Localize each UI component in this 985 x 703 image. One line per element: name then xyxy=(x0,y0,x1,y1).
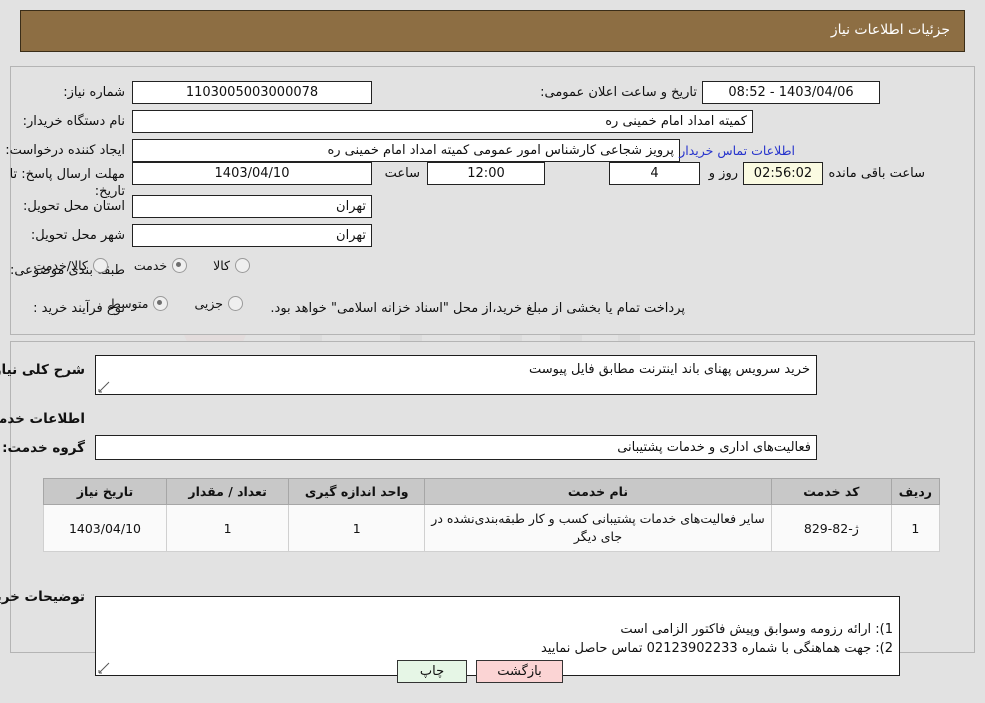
buyer-org-field[interactable]: کمیته امداد امام خمینی ره xyxy=(132,110,753,133)
remaining-days-field: 4 xyxy=(609,162,700,185)
radio-label: کالا xyxy=(213,258,230,273)
radio-label: کالا/خدمت xyxy=(33,258,88,273)
radio-dot-icon xyxy=(153,296,169,311)
window-header: جزئیات اطلاعات نیاز xyxy=(20,10,965,52)
treasury-note: پرداخت تمام یا بخشی از مبلغ خرید،از محل … xyxy=(270,301,685,316)
category-radio-group: کالا خدمت کالا/خدمت xyxy=(7,258,250,273)
table-header-row: ردیف کد خدمت نام خدمت واحد اندازه گیری ت… xyxy=(43,478,941,505)
deadline-hour-label: ساعت xyxy=(384,166,420,181)
days-text: روز و xyxy=(708,166,738,181)
radio-purchase-motavaset[interactable]: متوسط xyxy=(109,296,169,311)
radio-dot-icon xyxy=(235,258,250,273)
need-number-label: شماره نیاز: xyxy=(63,85,125,100)
radio-label: خدمت xyxy=(133,258,168,273)
remaining-text: ساعت باقی مانده xyxy=(828,166,925,181)
col-qty: تعداد / مقدار xyxy=(165,478,290,505)
buyer-notes-label: توضیحات خریدار: xyxy=(0,589,85,605)
general-desc-value: خرید سرویس پهنای باند اینترنت مطابق فایل… xyxy=(528,362,810,377)
col-unit: واحد اندازه گیری xyxy=(288,478,426,505)
province-label: استان محل تحویل: xyxy=(23,199,125,214)
deadline-label: مهلت ارسال پاسخ: تا تاریخ: xyxy=(9,167,125,199)
page-root: AriaTender.net جزئیات اطلاعات نیاز شماره… xyxy=(0,0,985,703)
cell-name: سایر فعالیت‌های خدمات پشتیبانی کسب و کار… xyxy=(424,504,772,552)
col-date: تاریخ نیاز xyxy=(43,478,167,505)
resize-grip-icon xyxy=(98,662,110,674)
cell-unit: 1 xyxy=(288,504,426,552)
radio-category-khedmat[interactable]: خدمت xyxy=(133,258,188,273)
cell-code: ژ-82-829 xyxy=(770,504,892,552)
requester-label: ایجاد کننده درخواست: xyxy=(5,143,125,158)
deadline-hour-field[interactable]: 12:00 xyxy=(427,162,545,185)
general-desc-label: شرح کلی نیاز: xyxy=(0,362,85,378)
radio-category-kala-khedmat[interactable]: کالا/خدمت xyxy=(33,258,108,273)
countdown-timer: 02:56:02 xyxy=(743,162,823,185)
cell-date: 1403/04/10 xyxy=(43,504,167,552)
back-button[interactable]: بازگشت xyxy=(476,660,563,683)
purchase-type-radio-group: جزیی متوسط xyxy=(83,296,243,311)
service-group-field[interactable]: فعالیت‌های اداری و خدمات پشتیبانی xyxy=(95,435,817,460)
announce-date-field[interactable]: 1403/04/06 - 08:52 xyxy=(702,81,880,104)
service-group-label: گروه خدمت: xyxy=(2,440,85,456)
print-button[interactable]: چاپ xyxy=(397,660,467,683)
radio-purchase-jozei[interactable]: جزیی xyxy=(194,296,243,311)
buyer-contact-link[interactable]: اطلاعات تماس خریدار xyxy=(679,139,795,162)
radio-category-kala[interactable]: کالا xyxy=(213,258,250,273)
city-field[interactable]: تهران xyxy=(132,224,372,247)
radio-dot-icon xyxy=(172,258,188,273)
radio-dot-icon xyxy=(92,258,108,273)
page-title: جزئیات اطلاعات نیاز xyxy=(830,22,950,38)
cell-row: 1 xyxy=(890,504,941,552)
city-label: شهر محل تحویل: xyxy=(30,228,125,243)
announce-date-label: تاریخ و ساعت اعلان عمومی: xyxy=(540,85,697,100)
radio-label: متوسط xyxy=(109,296,149,311)
table-row[interactable]: 1 ژ-82-829 سایر فعالیت‌های خدمات پشتیبان… xyxy=(43,504,941,552)
cell-qty: 1 xyxy=(165,504,290,552)
radio-dot-icon xyxy=(228,296,243,311)
col-name: نام خدمت xyxy=(424,478,772,505)
general-desc-textarea[interactable]: خرید سرویس پهنای باند اینترنت مطابق فایل… xyxy=(95,355,817,395)
deadline-date-field[interactable]: 1403/04/10 xyxy=(132,162,372,185)
resize-grip-icon xyxy=(98,381,110,393)
services-heading: اطلاعات خدمات مورد نیاز xyxy=(0,411,85,427)
province-field[interactable]: تهران xyxy=(132,195,372,218)
buyer-org-label: نام دستگاه خریدار: xyxy=(22,114,125,129)
buyer-notes-value: 1): ارائه رزومه وسوابق وپیش فاکتور الزام… xyxy=(540,622,893,656)
requester-field[interactable]: پرویز شجاعی کارشناس امور عمومی کمیته امد… xyxy=(132,139,680,162)
col-code: کد خدمت xyxy=(770,478,892,505)
radio-label: جزیی xyxy=(194,296,223,311)
col-row: ردیف xyxy=(890,478,941,505)
services-table: ردیف کد خدمت نام خدمت واحد اندازه گیری ت… xyxy=(43,478,941,552)
need-number-field[interactable]: 1103005003000078 xyxy=(132,81,372,104)
